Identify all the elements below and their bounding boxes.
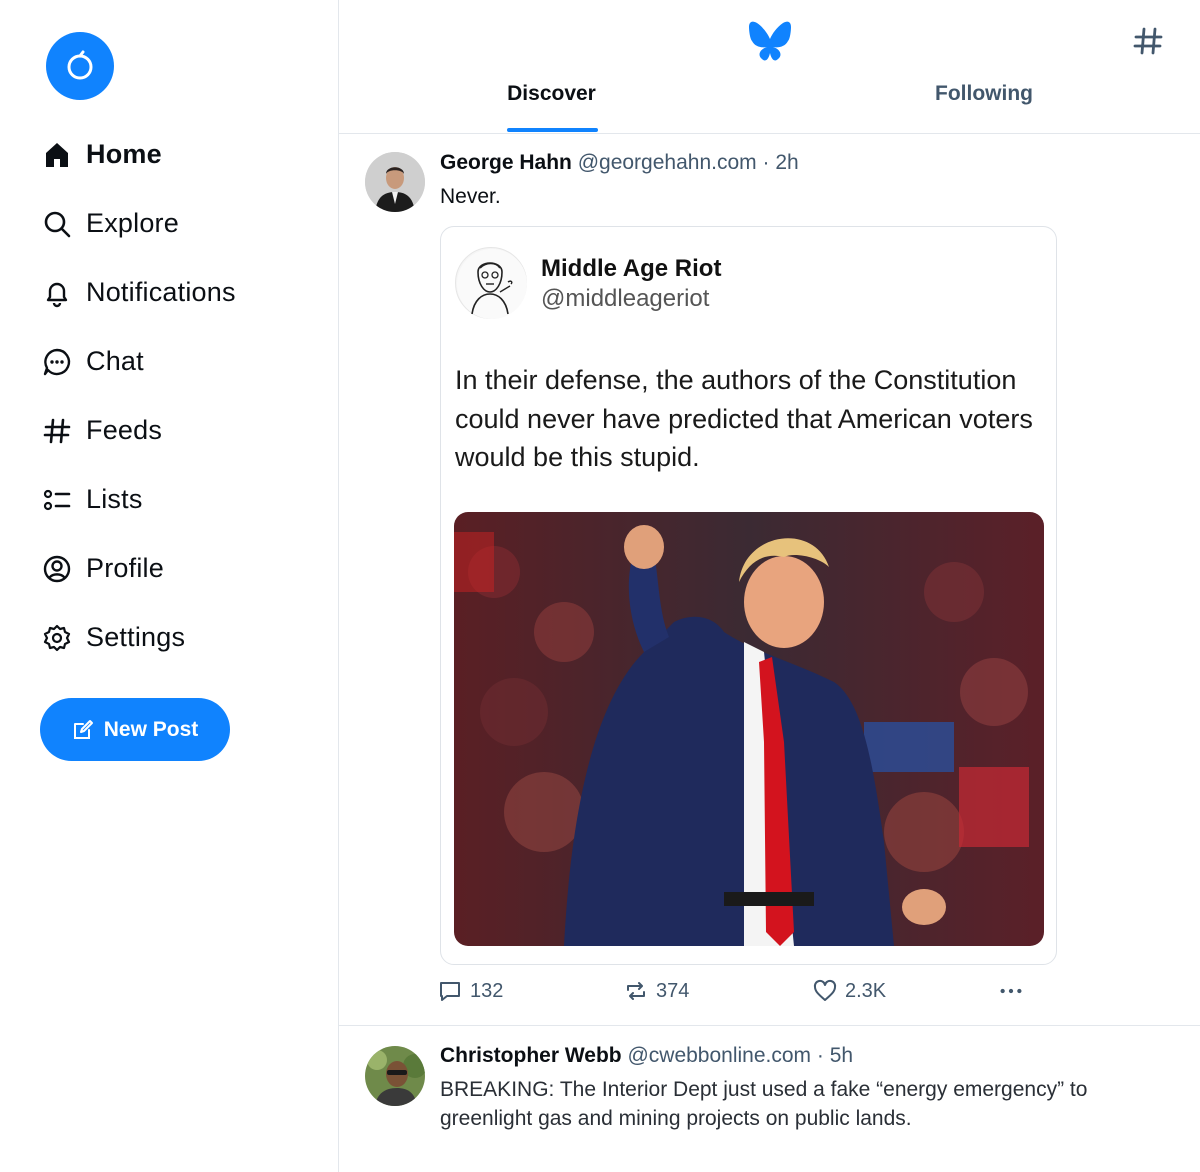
list-icon [40, 483, 74, 517]
embed-author-handle: @middleageriot [541, 285, 710, 312]
embedded-image[interactable]: Middle Age Riot @middleageriot In their … [440, 226, 1057, 965]
embed-author-name: Middle Age Riot [541, 255, 722, 282]
post-header: George Hahn @georgehahn.com · 2h [440, 151, 799, 175]
tab-following[interactable]: Following [909, 82, 1059, 134]
left-sidebar: Home Explore Notifications Chat Feeds Li… [0, 0, 338, 1172]
active-tab-indicator [507, 128, 598, 132]
hash-icon [40, 414, 74, 448]
post-author-avatar[interactable] [365, 152, 425, 212]
home-icon [40, 138, 74, 172]
post-timestamp[interactable]: 2h [775, 151, 798, 174]
heart-icon [813, 978, 839, 1004]
embed-photo [454, 512, 1044, 946]
meta-separator: · [762, 151, 770, 174]
nav-notifications[interactable]: Notifications [40, 258, 330, 327]
person-icon [40, 552, 74, 586]
nav-notifications-label: Notifications [86, 277, 236, 307]
nav-chat-label: Chat [86, 346, 144, 376]
main-feed-column: Discover Following George Hahn @georgeha… [339, 0, 1200, 1172]
more-dots-icon [998, 978, 1024, 1004]
primary-nav: Home Explore Notifications Chat Feeds Li… [40, 120, 330, 672]
nav-home-label: Home [86, 139, 162, 169]
author-handle[interactable]: @cwebbonline.com [627, 1044, 811, 1067]
nav-profile[interactable]: Profile [40, 534, 330, 603]
embed-text: In their defense, the authors of the Con… [455, 365, 1033, 472]
post-text: Never. [440, 185, 501, 208]
nav-explore[interactable]: Explore [40, 189, 330, 258]
post-actions: 132 374 2.3K [438, 978, 1038, 1008]
bell-icon [40, 276, 74, 310]
like-count: 2.3K [845, 979, 887, 1002]
repost-count: 374 [656, 979, 690, 1002]
nav-feeds[interactable]: Feeds [40, 396, 330, 465]
more-options-button[interactable] [998, 978, 1030, 1004]
search-icon [40, 207, 74, 241]
nav-lists-label: Lists [86, 484, 143, 514]
gear-icon [40, 621, 74, 655]
bluesky-butterfly-icon[interactable] [747, 20, 793, 62]
user-avatar[interactable] [46, 32, 114, 100]
compose-icon [73, 719, 93, 739]
post-author-avatar[interactable] [365, 1046, 425, 1106]
repost-icon [624, 978, 650, 1004]
embed-author-avatar [455, 247, 527, 319]
feed-header: Discover Following [339, 0, 1200, 134]
feed-post[interactable]: George Hahn @georgehahn.com · 2h Never. … [339, 135, 1200, 1026]
post-timestamp[interactable]: 5h [830, 1044, 853, 1067]
chat-icon [40, 345, 74, 379]
reply-count: 132 [470, 979, 504, 1002]
avatar-logo-icon [67, 50, 93, 80]
nav-chat[interactable]: Chat [40, 327, 330, 396]
tab-discover[interactable]: Discover [479, 82, 624, 134]
nav-explore-label: Explore [86, 208, 179, 238]
post-text: BREAKING: The Interior Dept just used a … [440, 1078, 1088, 1130]
nav-lists[interactable]: Lists [40, 465, 330, 534]
post-header: Christopher Webb @cwebbonline.com · 5h [440, 1044, 853, 1068]
author-name[interactable]: George Hahn [440, 151, 572, 174]
nav-settings-label: Settings [86, 622, 186, 652]
author-handle[interactable]: @georgehahn.com [578, 151, 757, 174]
feeds-hash-icon[interactable] [1131, 24, 1165, 58]
nav-feeds-label: Feeds [86, 415, 163, 445]
nav-profile-label: Profile [86, 553, 164, 583]
nav-settings[interactable]: Settings [40, 603, 330, 672]
new-post-label: New Post [103, 717, 199, 741]
feed-post[interactable]: Christopher Webb @cwebbonline.com · 5h B… [339, 1027, 1200, 1172]
like-button[interactable]: 2.3K [813, 978, 886, 1004]
reply-icon [438, 978, 464, 1004]
new-post-button[interactable]: New Post [40, 698, 230, 761]
reply-button[interactable]: 132 [438, 978, 503, 1004]
nav-home[interactable]: Home [40, 120, 330, 189]
meta-separator: · [816, 1044, 824, 1067]
author-name[interactable]: Christopher Webb [440, 1044, 622, 1067]
repost-button[interactable]: 374 [624, 978, 689, 1004]
